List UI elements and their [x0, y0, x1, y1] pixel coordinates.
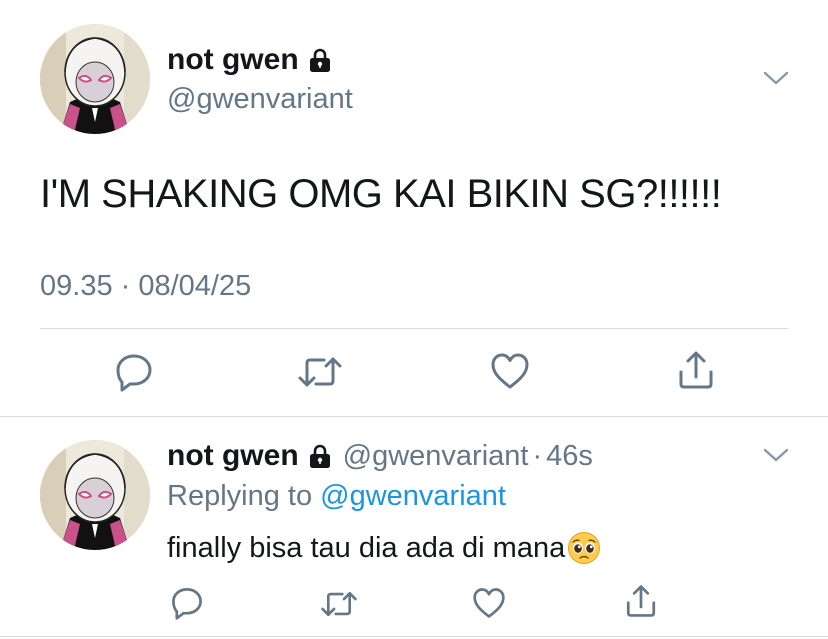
- handle[interactable]: @gwenvariant: [167, 82, 353, 116]
- avatar-image: [40, 24, 150, 134]
- tweet-detail-page: not gwen @gwenvariant I'M SHAKING OMG KA…: [0, 0, 828, 639]
- like-icon[interactable]: [472, 587, 506, 619]
- like-icon[interactable]: [490, 352, 530, 390]
- reply-text-content: finally bisa tau dia ada di mana: [167, 532, 566, 564]
- divider: [0, 416, 828, 417]
- avatar[interactable]: [40, 440, 150, 550]
- reply-icon[interactable]: [170, 586, 204, 620]
- tweet-timestamp[interactable]: 09.35 · 08/04/25: [40, 268, 251, 304]
- display-name[interactable]: not gwen: [167, 438, 299, 474]
- lock-icon: [309, 444, 330, 468]
- reply-header: not gwen @gwenvariant · 46s: [167, 438, 593, 474]
- replying-to-label: Replying to: [167, 480, 321, 512]
- share-icon[interactable]: [676, 350, 716, 390]
- tweet-text: I'M SHAKING OMG KAI BIKIN SG?!!!!!!: [40, 172, 722, 216]
- pleading-face-emoji: [568, 532, 601, 564]
- display-name[interactable]: not gwen: [167, 42, 299, 78]
- divider: [0, 636, 828, 637]
- chevron-down-icon[interactable]: [763, 70, 789, 86]
- avatar-image: [40, 440, 150, 550]
- avatar[interactable]: [40, 24, 150, 134]
- main-tweet: not gwen @gwenvariant I'M SHAKING OMG KA…: [0, 0, 828, 418]
- chevron-down-icon[interactable]: [763, 447, 789, 463]
- replying-to-link[interactable]: @gwenvariant: [320, 480, 506, 512]
- reply-text: finally bisa tau dia ada di mana: [167, 530, 601, 566]
- share-icon[interactable]: [624, 584, 658, 618]
- reply-icon[interactable]: [114, 352, 154, 392]
- tweet-age[interactable]: 46s: [546, 440, 593, 473]
- separator-dot: ·: [532, 439, 543, 472]
- replying-to: Replying to @gwenvariant: [167, 478, 506, 514]
- handle[interactable]: @gwenvariant: [343, 440, 529, 473]
- divider: [40, 328, 788, 329]
- retweet-icon[interactable]: [298, 355, 342, 389]
- author-name-row: not gwen: [167, 42, 333, 78]
- retweet-icon[interactable]: [320, 590, 358, 618]
- lock-icon: [309, 48, 330, 72]
